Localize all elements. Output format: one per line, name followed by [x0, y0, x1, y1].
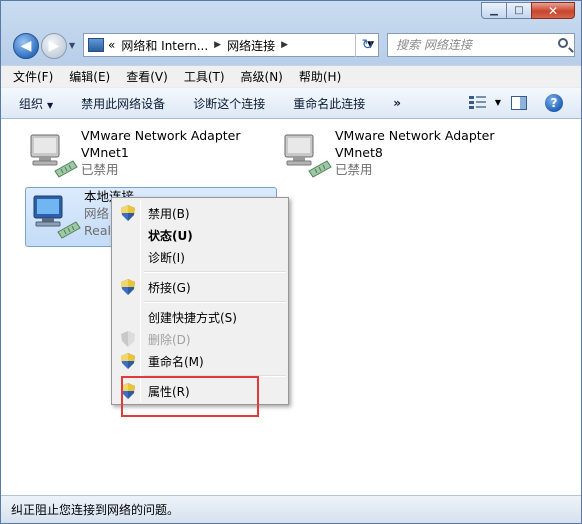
explorer-window: ▁ □ ✕ ◀ ▶ ▼ « 网络和 Intern... ▶ 网络连接 ▶ ▼ ↻… [0, 0, 582, 524]
uac-shield-disabled-icon [121, 331, 135, 347]
adapter-status: 已禁用 [335, 162, 373, 177]
menu-item-label: 重命名(M) [148, 354, 204, 369]
search-box[interactable] [387, 33, 575, 57]
refresh-button[interactable]: ↻ [355, 33, 379, 57]
menu-item-disable[interactable]: 禁用(B) [114, 202, 286, 224]
menu-view[interactable]: 查看(V) [126, 68, 168, 85]
menu-item-label: 诊断(I) [148, 250, 185, 265]
network-adapter-disabled-icon [281, 131, 333, 183]
network-adapter-disabled-icon [27, 131, 79, 183]
menu-separator [144, 271, 286, 273]
status-text: 纠正阻止您连接到网络的问题。 [11, 503, 180, 517]
menu-advanced[interactable]: 高级(N) [241, 68, 283, 85]
help-icon[interactable]: ? [545, 94, 563, 112]
diagnose-connection-button[interactable]: 诊断这个连接 [193, 95, 265, 112]
menu-item-label: 禁用(B) [148, 206, 190, 221]
breadcrumb-item-network-internet[interactable]: 网络和 Intern... [121, 37, 208, 54]
view-dropdown-icon[interactable]: ▼ [495, 98, 501, 107]
title-bar[interactable]: ▁ □ ✕ [1, 1, 581, 29]
window-controls: ▁ □ ✕ [481, 2, 575, 19]
command-bar: 组织 ▼ 禁用此网络设备 诊断这个连接 重命名此连接 » ▼ ? [1, 87, 581, 119]
rename-connection-button[interactable]: 重命名此连接 [293, 95, 365, 112]
breadcrumb-prefix[interactable]: « [108, 38, 115, 52]
menu-edit[interactable]: 编辑(E) [69, 68, 110, 85]
context-menu: 禁用(B) 状态(U) 诊断(I) 桥接(G) 创建快捷方式(S) 删除(D) … [111, 197, 289, 405]
adapter-subname: VMnet8 [335, 145, 383, 160]
adapter-info: VMware Network Adapter VMnet8 已禁用 [335, 127, 495, 178]
menu-bar: 文件(F) 编辑(E) 查看(V) 工具(T) 高级(N) 帮助(H) [1, 65, 581, 87]
network-adapter-icon [30, 192, 82, 244]
menu-item-create-shortcut[interactable]: 创建快捷方式(S) [114, 306, 286, 328]
forward-button[interactable]: ▶ [41, 33, 67, 59]
menu-item-status[interactable]: 状态(U) [114, 224, 286, 246]
back-button[interactable]: ◀ [13, 33, 39, 59]
menu-item-bridge[interactable]: 桥接(G) [114, 276, 286, 298]
maximize-button[interactable]: □ [506, 2, 532, 19]
adapter-status: 已禁用 [81, 162, 119, 177]
adapter-vmnet1[interactable]: VMware Network Adapter VMnet1 已禁用 [23, 127, 263, 187]
breadcrumb-item-network-connections[interactable]: 网络连接 [227, 37, 275, 54]
menu-item-label: 删除(D) [148, 332, 191, 347]
menu-item-diagnose[interactable]: 诊断(I) [114, 246, 286, 268]
adapter-subname: VMnet1 [81, 145, 129, 160]
adapter-name: VMware Network Adapter [81, 128, 241, 143]
minimize-button[interactable]: ▁ [481, 2, 507, 19]
menu-item-label: 桥接(G) [148, 280, 191, 295]
more-commands-button[interactable]: » [393, 96, 401, 110]
uac-shield-icon [121, 353, 135, 369]
menu-help[interactable]: 帮助(H) [299, 68, 341, 85]
chevron-down-icon: ▼ [47, 100, 54, 110]
adapter-vmnet8[interactable]: VMware Network Adapter VMnet8 已禁用 [277, 127, 517, 187]
adapter-name: VMware Network Adapter [335, 128, 495, 143]
menu-item-delete: 删除(D) [114, 328, 286, 350]
disable-device-button[interactable]: 禁用此网络设备 [81, 95, 165, 112]
breadcrumb-chevron-icon[interactable]: ▶ [214, 40, 221, 50]
preview-pane-icon[interactable] [511, 96, 527, 110]
annotation-highlight-box [121, 376, 259, 417]
menu-item-label: 状态(U) [148, 228, 193, 243]
breadcrumb-chevron-icon[interactable]: ▶ [281, 40, 288, 50]
uac-shield-icon [121, 205, 135, 221]
menu-file[interactable]: 文件(F) [13, 68, 53, 85]
menu-item-label: 创建快捷方式(S) [148, 310, 237, 325]
menu-tools[interactable]: 工具(T) [184, 68, 225, 85]
close-button[interactable]: ✕ [531, 2, 575, 19]
recent-pages-dropdown-icon[interactable]: ▼ [69, 41, 75, 50]
change-view-icon[interactable] [469, 96, 487, 110]
address-bar[interactable]: « 网络和 Intern... ▶ 网络连接 ▶ ▼ [83, 33, 379, 57]
search-icon[interactable] [558, 38, 568, 48]
uac-shield-icon [121, 279, 135, 295]
organize-button[interactable]: 组织 ▼ [19, 95, 53, 112]
control-panel-icon [88, 38, 104, 52]
menu-separator [144, 301, 286, 303]
navigation-bar: ◀ ▶ ▼ « 网络和 Intern... ▶ 网络连接 ▶ ▼ ↻ [9, 31, 575, 61]
status-bar: 纠正阻止您连接到网络的问题。 [1, 495, 581, 523]
menu-item-rename[interactable]: 重命名(M) [114, 350, 286, 372]
organize-label: 组织 [19, 96, 44, 111]
search-input[interactable] [388, 34, 548, 56]
adapter-info: VMware Network Adapter VMnet1 已禁用 [81, 127, 241, 178]
